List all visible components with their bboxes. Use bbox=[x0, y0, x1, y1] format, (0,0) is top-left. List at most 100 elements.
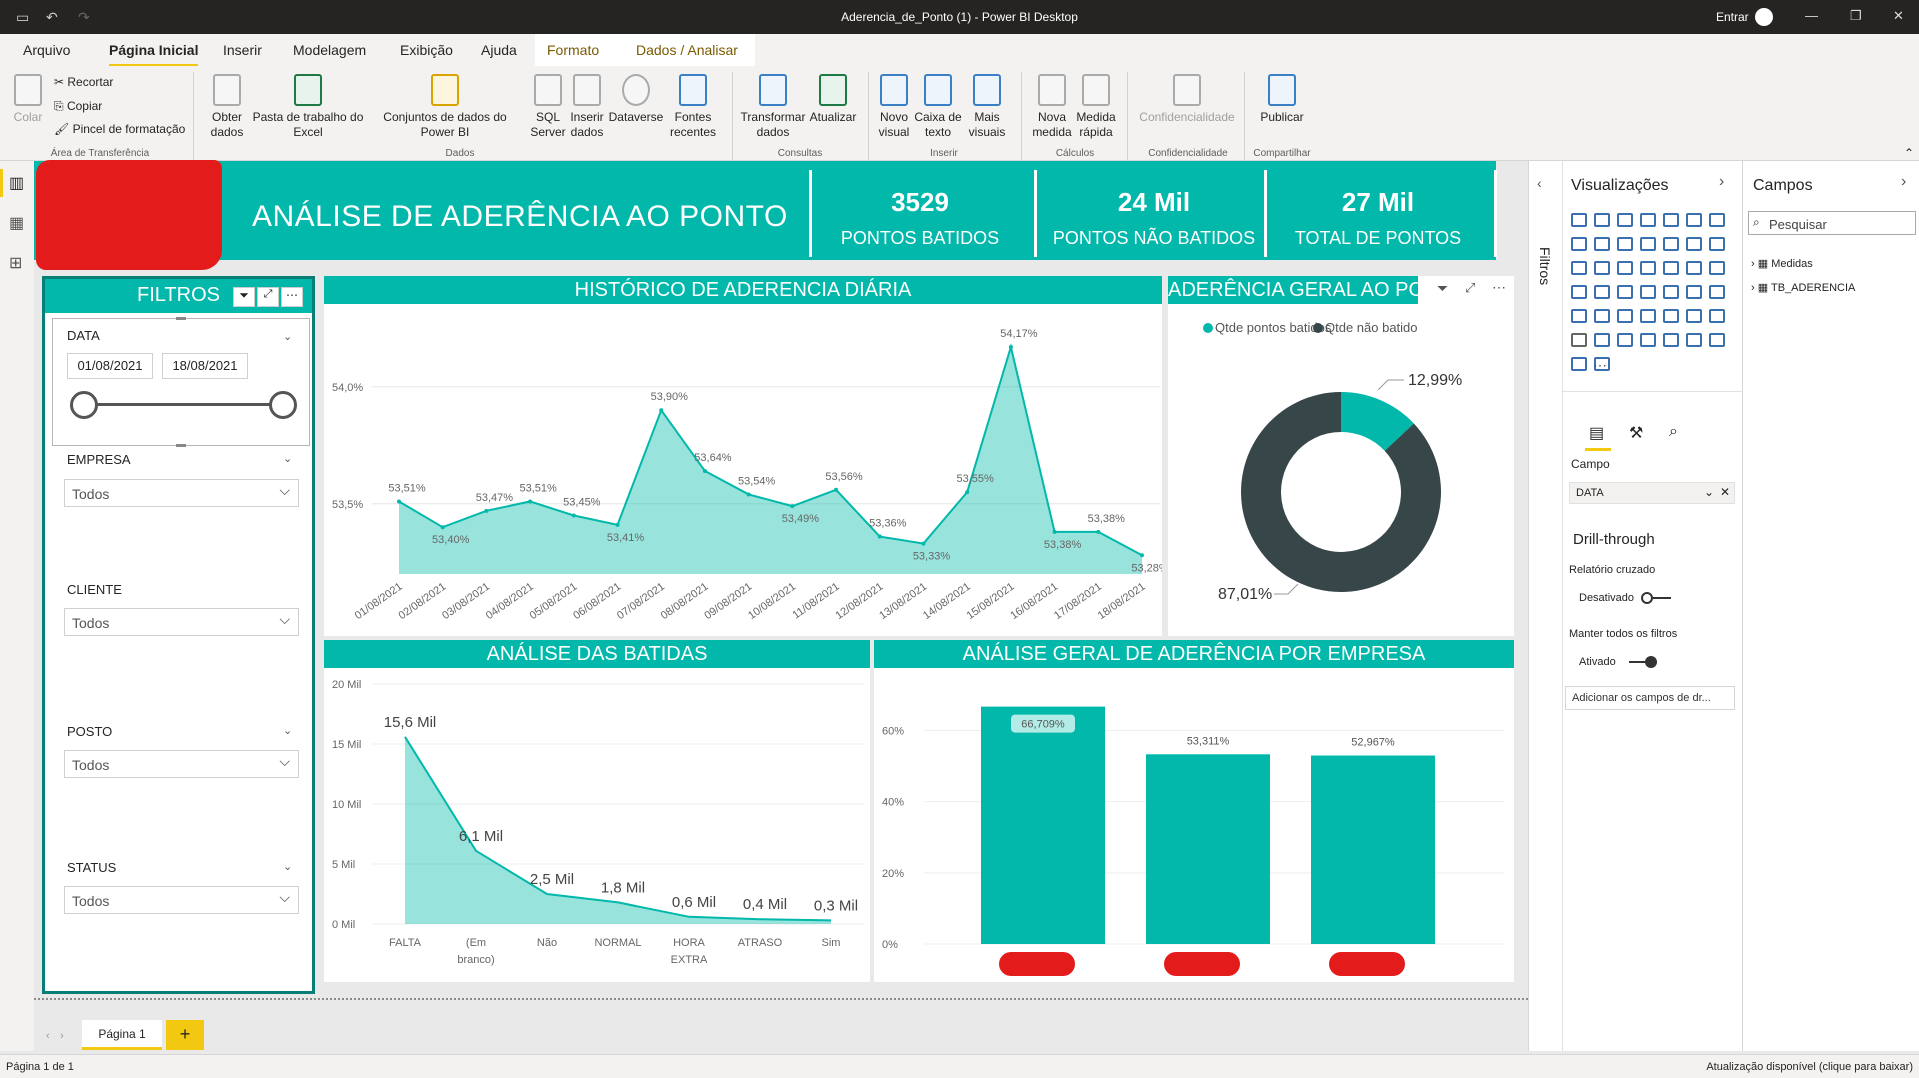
format-paint-icon[interactable]: ⚒ bbox=[1629, 423, 1643, 443]
tab-arquivo[interactable]: Arquivo bbox=[23, 42, 70, 58]
visual-type-icon[interactable] bbox=[1709, 237, 1725, 251]
chevron-down-icon[interactable]: ⌄ bbox=[1704, 485, 1714, 499]
table-medidas[interactable]: › ▦ Medidas bbox=[1751, 257, 1813, 270]
empresa-dropdown[interactable]: Todos ⌵ bbox=[64, 479, 299, 507]
visual-type-icon[interactable] bbox=[1686, 285, 1702, 299]
new-visual-button[interactable]: Novo visual bbox=[874, 74, 914, 140]
more-options-icon[interactable]: ⋯ bbox=[1492, 279, 1506, 296]
focus-mode-icon[interactable]: ⤢ bbox=[257, 287, 279, 307]
recent-sources-button[interactable]: Fontes recentes bbox=[662, 74, 724, 140]
visual-type-icon[interactable] bbox=[1709, 285, 1725, 299]
visual-type-icon[interactable] bbox=[1663, 309, 1679, 323]
visual-type-icon[interactable] bbox=[1709, 261, 1725, 275]
visual-type-icon[interactable] bbox=[1617, 285, 1633, 299]
add-drillthrough-field[interactable]: Adicionar os campos de dr... bbox=[1565, 686, 1735, 710]
visual-type-icon[interactable] bbox=[1640, 237, 1656, 251]
visual-type-icon[interactable] bbox=[1571, 285, 1587, 299]
data-view-icon[interactable]: ▦ bbox=[9, 213, 24, 233]
visual-type-icon[interactable] bbox=[1594, 213, 1610, 227]
status-dropdown[interactable]: Todos ⌵ bbox=[64, 886, 299, 914]
report-view-icon[interactable]: ▥ bbox=[9, 173, 24, 193]
get-data-button[interactable]: Obter dados bbox=[200, 74, 254, 140]
prev-page-icon[interactable]: ‹ bbox=[46, 1030, 50, 1042]
format-painter-button[interactable]: 🖌 Pincel de formatação bbox=[54, 122, 185, 136]
avatar-icon[interactable] bbox=[1755, 8, 1773, 26]
page-tab[interactable]: Página 1 bbox=[82, 1020, 162, 1050]
visual-type-icon[interactable] bbox=[1640, 309, 1656, 323]
visual-type-icon[interactable] bbox=[1594, 261, 1610, 275]
sql-server-button[interactable]: SQL Server bbox=[528, 74, 568, 140]
add-page-button[interactable]: + bbox=[166, 1020, 204, 1050]
visual-type-icon[interactable] bbox=[1571, 213, 1587, 227]
next-page-icon[interactable]: › bbox=[60, 1030, 64, 1042]
close-icon[interactable]: ✕ bbox=[1893, 8, 1904, 24]
excel-button[interactable]: Pasta de trabalho do Excel bbox=[250, 74, 366, 140]
analytics-icon[interactable]: ⌕ bbox=[1669, 423, 1678, 441]
tab-dados-analisar[interactable]: Dados / Analisar bbox=[636, 42, 738, 58]
chevron-down-icon[interactable]: ⌄ bbox=[283, 724, 292, 737]
visual-type-icon[interactable] bbox=[1640, 261, 1656, 275]
more-visuals-button[interactable]: Mais visuais bbox=[962, 74, 1012, 140]
chevron-down-icon[interactable]: ⌄ bbox=[283, 860, 292, 873]
visual-type-icon[interactable] bbox=[1686, 237, 1702, 251]
visual-type-icon[interactable] bbox=[1571, 261, 1587, 275]
sensitivity-button[interactable]: Confidencialidade bbox=[1134, 74, 1240, 125]
visual-type-icon[interactable] bbox=[1686, 333, 1702, 347]
copy-button[interactable]: ⎘ Copiar bbox=[54, 99, 102, 114]
visual-type-icon[interactable] bbox=[1571, 309, 1587, 323]
visual-type-icon[interactable] bbox=[1686, 213, 1702, 227]
visual-type-icon[interactable] bbox=[1617, 333, 1633, 347]
visual-type-icon[interactable] bbox=[1594, 333, 1610, 347]
tab-exibicao[interactable]: Exibição bbox=[400, 42, 453, 58]
filter-icon[interactable]: ⏷ bbox=[233, 287, 255, 307]
visual-type-icon[interactable] bbox=[1617, 213, 1633, 227]
visual-type-icon[interactable] bbox=[1663, 285, 1679, 299]
kpi-card[interactable]: 24 Mil PONTOS NÃO BATIDOS bbox=[1044, 171, 1264, 261]
visual-type-icon[interactable] bbox=[1617, 237, 1633, 251]
visual-type-icon[interactable] bbox=[1594, 309, 1610, 323]
signin-link[interactable]: Entrar bbox=[1716, 10, 1749, 24]
publish-button[interactable]: Publicar bbox=[1252, 74, 1312, 125]
visual-type-icon[interactable] bbox=[1663, 261, 1679, 275]
tab-inserir[interactable]: Inserir bbox=[223, 42, 262, 58]
visual-type-icon[interactable] bbox=[1686, 309, 1702, 323]
restore-icon[interactable]: ❐ bbox=[1850, 8, 1862, 24]
fields-search-input[interactable]: ⌕ Pesquisar bbox=[1748, 211, 1916, 235]
resize-handle[interactable] bbox=[176, 317, 186, 320]
visual-type-icon[interactable] bbox=[1640, 213, 1656, 227]
visual-type-icon[interactable] bbox=[1617, 261, 1633, 275]
more-options-icon[interactable]: ⋯ bbox=[1593, 357, 1607, 374]
visual-type-icon[interactable] bbox=[1571, 237, 1587, 251]
focus-mode-icon[interactable]: ⤢ bbox=[1465, 280, 1475, 296]
more-options-icon[interactable]: ⋯ bbox=[281, 287, 303, 307]
textbox-button[interactable]: Caixa de texto bbox=[914, 74, 962, 140]
remove-icon[interactable]: ✕ bbox=[1720, 485, 1730, 499]
refresh-button[interactable]: Atualizar bbox=[804, 74, 862, 125]
date-to-input[interactable]: 18/08/2021 bbox=[162, 353, 248, 379]
tab-ajuda[interactable]: Ajuda bbox=[481, 42, 517, 58]
paste-button[interactable]: Colar bbox=[10, 74, 46, 125]
tab-formato[interactable]: Formato bbox=[547, 42, 599, 58]
visual-type-icon[interactable] bbox=[1640, 333, 1656, 347]
minimize-icon[interactable]: — bbox=[1805, 8, 1818, 23]
chevron-right-icon[interactable]: › bbox=[1719, 173, 1724, 191]
collapse-ribbon-icon[interactable]: ⌃ bbox=[1904, 146, 1914, 160]
quick-measure-button[interactable]: Medida rápida bbox=[1072, 74, 1120, 140]
cut-button[interactable]: ✂ Recortar bbox=[54, 75, 113, 89]
visual-type-icon[interactable] bbox=[1594, 285, 1610, 299]
visual-type-icon[interactable] bbox=[1571, 333, 1587, 347]
visual-type-icon[interactable] bbox=[1709, 213, 1725, 227]
chevron-left-icon[interactable]: ‹ bbox=[1537, 175, 1542, 191]
filter-icon[interactable]: ⏷ bbox=[1437, 280, 1448, 297]
visual-type-icon[interactable] bbox=[1686, 261, 1702, 275]
kpi-card[interactable]: 3529 PONTOS BATIDOS bbox=[810, 171, 1030, 261]
fields-well-icon[interactable]: ▤ bbox=[1589, 423, 1604, 443]
chevron-down-icon[interactable]: ⌄ bbox=[283, 330, 292, 343]
visual-type-icon[interactable] bbox=[1663, 333, 1679, 347]
visual-type-icon[interactable] bbox=[1571, 357, 1587, 371]
tab-pagina-inicial[interactable]: Página Inicial bbox=[109, 42, 199, 67]
visual-type-icon[interactable] bbox=[1709, 309, 1725, 323]
visual-type-icon[interactable] bbox=[1594, 237, 1610, 251]
table-tb-aderencia[interactable]: › ▦ TB_ADERENCIA bbox=[1751, 281, 1855, 294]
model-view-icon[interactable]: ⊞ bbox=[9, 253, 22, 273]
